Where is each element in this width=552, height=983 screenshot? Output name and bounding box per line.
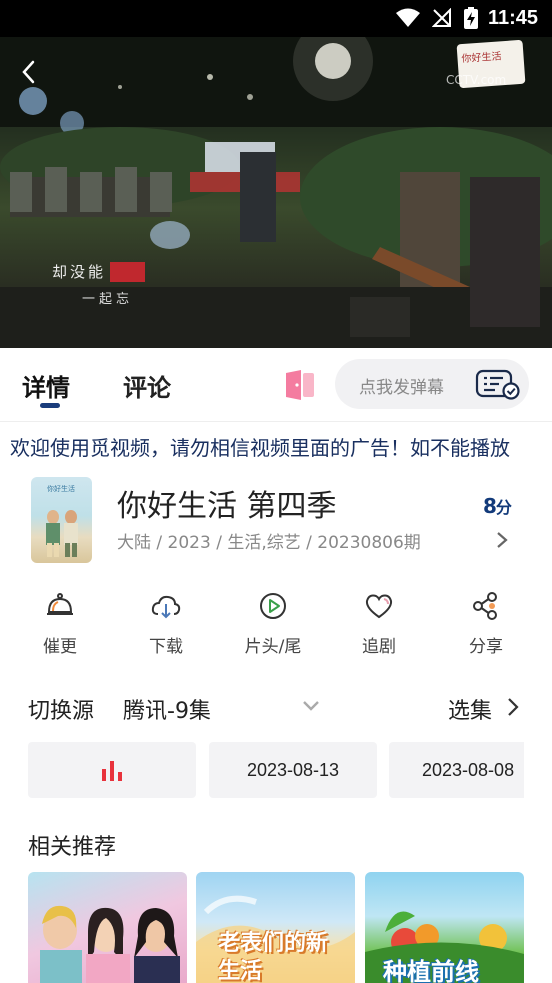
source-select[interactable]: 腾讯-9集 [123, 693, 211, 725]
share-button[interactable]: 分享 [446, 590, 526, 657]
svg-text:你好生活: 你好生活 [47, 484, 75, 493]
episode-label: 2023-08-13 [246, 760, 340, 780]
chevron-down-icon[interactable] [302, 698, 320, 714]
follow-label: 追剧 [362, 637, 396, 657]
episode-item[interactable]: 2023-08-08 [389, 742, 524, 798]
source-row: 切换源 腾讯-9集 选集 [0, 690, 552, 730]
video-subtitle-line1: 却没能 [52, 263, 107, 281]
video-subtitle-line2: 一起忘 [82, 292, 134, 307]
notice-marquee: 欢迎使用觅视频，请勿相信视频里面的广告！如不能播放 [10, 436, 510, 460]
action-bar: 催更 下载 片头/尾 追剧 分享 [0, 590, 552, 670]
show-title: 你好生活 第四季 [117, 489, 337, 524]
share-icon [473, 592, 497, 620]
danmaku-input[interactable]: 点我发弹幕 [335, 359, 529, 409]
episode-item-playing[interactable] [28, 742, 196, 798]
show-poster[interactable]: 你好生活 [31, 477, 92, 563]
no-signal-icon [432, 8, 451, 27]
episode-label: 2023-08-08 [422, 760, 515, 780]
related-section-title: 相关推荐 [28, 835, 117, 860]
related-item[interactable]: 种植前线 [365, 872, 524, 983]
play-circle-icon [260, 593, 286, 619]
playing-bars-icon [102, 761, 122, 781]
remind-update-button[interactable]: 催更 [20, 590, 100, 657]
download-button[interactable]: 下载 [126, 590, 206, 657]
score-unit: 分 [495, 498, 512, 517]
related-item[interactable]: 老表们的新生活 [196, 872, 355, 983]
tab-comment[interactable]: 评论 [123, 368, 171, 403]
channel-watermark: CCTV.com [446, 73, 507, 87]
cloud-download-icon [151, 595, 181, 619]
related-item-title: 老表们的新生活 [218, 931, 329, 983]
show-meta: 大陆 / 2023 / 生活,综艺 / 20230806期 [117, 533, 421, 553]
active-tab-indicator [40, 403, 60, 408]
status-time: 11:45 [487, 7, 538, 29]
share-label: 分享 [469, 637, 503, 657]
battery-charging-icon [464, 7, 478, 29]
related-item-title: 种植前线 [383, 958, 479, 983]
download-label: 下载 [149, 637, 183, 657]
follow-button[interactable]: 追剧 [339, 590, 419, 657]
back-button[interactable] [14, 57, 44, 87]
episode-list: 2023-08-13 2023-08-08 [28, 742, 524, 798]
skip-intro-outro-label: 片头/尾 [244, 637, 302, 657]
status-bar: 11:45 [0, 0, 552, 37]
danmaku-settings-icon[interactable] [475, 368, 521, 400]
score-value: 8 [483, 494, 497, 518]
related-item[interactable] [28, 872, 187, 983]
chevron-right-icon[interactable] [505, 696, 521, 718]
episode-item[interactable]: 2023-08-13 [209, 742, 377, 798]
switch-source-label: 切换源 [28, 699, 95, 724]
status-icons [396, 7, 478, 29]
poster-image: 你好生活 [46, 484, 78, 557]
chevron-right-icon[interactable] [493, 530, 511, 550]
door-icon[interactable] [283, 369, 317, 401]
bell-icon [47, 593, 73, 615]
remind-update-label: 催更 [43, 637, 77, 657]
skip-intro-outro-button[interactable]: 片头/尾 [233, 590, 313, 657]
show-score: 8分 [483, 494, 512, 518]
video-player[interactable]: 你好生活 CCTV.com 却没能 一起忘 [0, 37, 552, 348]
wifi-icon [396, 8, 420, 27]
tab-detail[interactable]: 详情 [22, 368, 70, 403]
episodes-button[interactable]: 选集 [448, 693, 492, 725]
tabs-row: 详情 评论 点我发弹幕 [0, 348, 552, 422]
danmaku-placeholder: 点我发弹幕 [359, 378, 444, 398]
heart-icon [365, 594, 393, 619]
related-thumbnail [40, 905, 180, 983]
show-logo-text: 你好生活 [461, 51, 502, 66]
